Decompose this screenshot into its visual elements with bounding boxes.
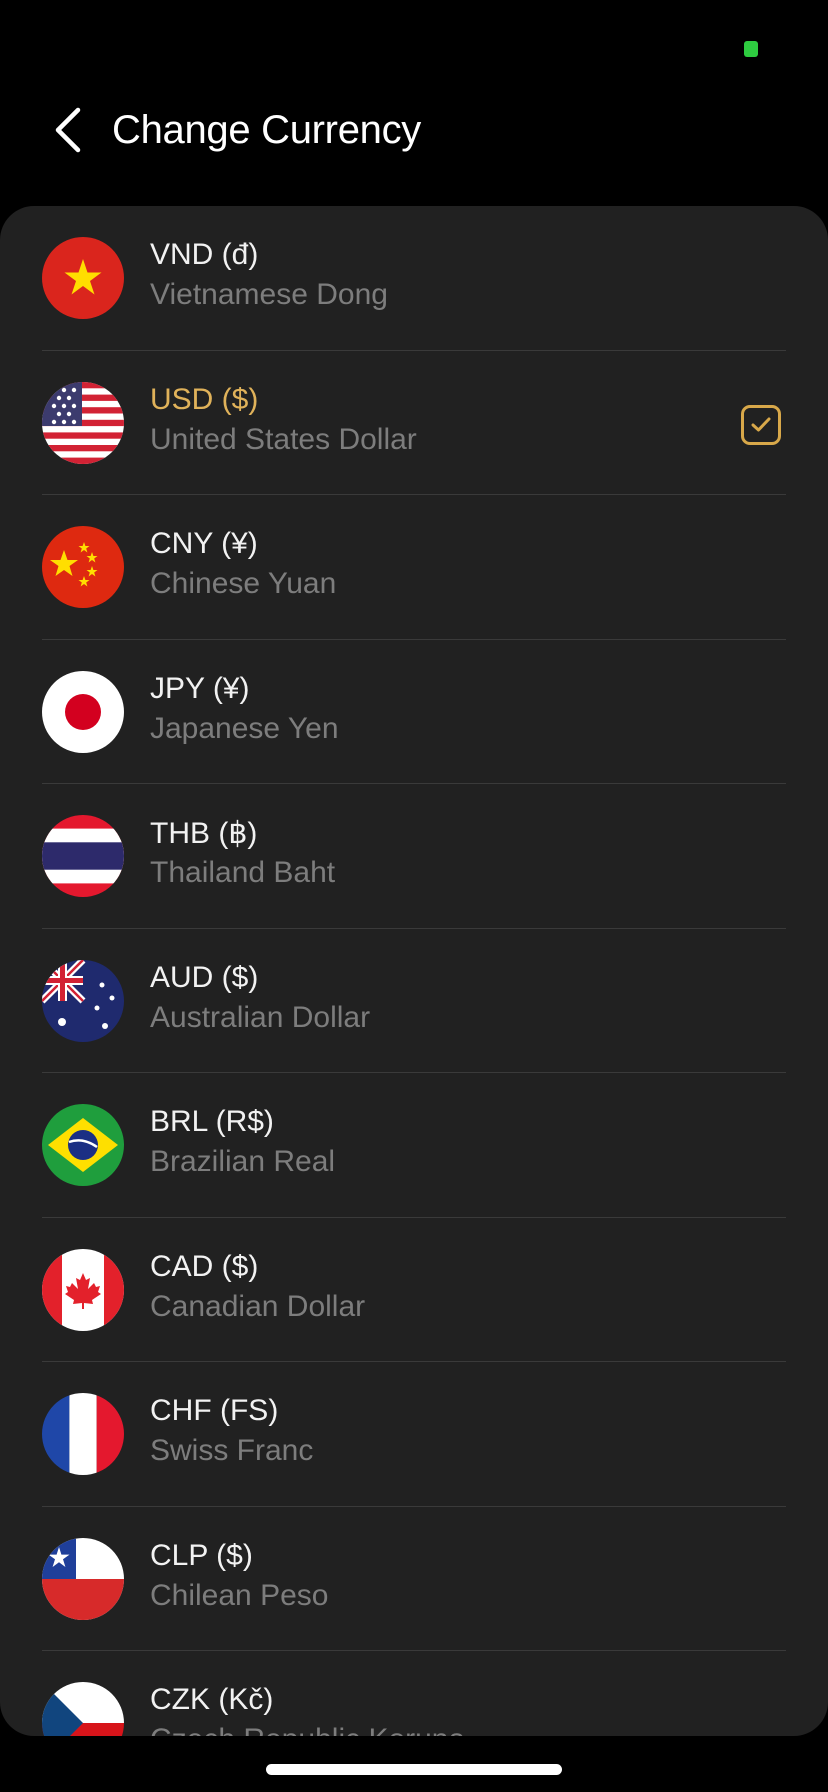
currency-name: Swiss Franc (150, 1434, 314, 1467)
selected-check-icon (741, 404, 781, 445)
currency-item-czk[interactable]: CZK (Kč) Czech Republic Koruna (0, 1651, 828, 1736)
currency-list: VND (đ) Vietnamese Dong USD ($) United S… (0, 206, 828, 1736)
currency-name: United States Dollar (150, 422, 417, 456)
currency-code: THB (฿) (150, 817, 258, 850)
currency-item-usd[interactable]: USD ($) United States Dollar (0, 351, 828, 495)
currency-code: CLP ($) (150, 1538, 253, 1572)
currency-name: Vietnamese Dong (150, 278, 388, 311)
currency-code: BRL (R$) (150, 1105, 274, 1138)
currency-item-vnd[interactable]: VND (đ) Vietnamese Dong (0, 206, 828, 351)
currency-code: VND (đ) (150, 238, 259, 271)
currency-name: Czech Republic Koruna (150, 1723, 465, 1736)
header: Change Currency (0, 90, 828, 170)
currency-name: Brazilian Real (150, 1145, 336, 1178)
currency-code: CAD ($) (150, 1249, 259, 1283)
currency-name: Chinese Yuan (150, 567, 337, 600)
australia-flag-icon (42, 959, 124, 1042)
czech-flag-icon (42, 1682, 124, 1736)
currency-code: JPY (¥) (150, 671, 250, 705)
currency-item-chf[interactable]: CHF (FS) Swiss Franc (0, 1362, 828, 1507)
currency-code: CNY (¥) (150, 527, 258, 560)
status-indicator-icon (744, 41, 758, 57)
brazil-flag-icon (42, 1104, 124, 1186)
chile-flag-icon (42, 1537, 124, 1620)
currency-item-clp[interactable]: CLP ($) Chilean Peso (0, 1507, 828, 1651)
currency-item-cny[interactable]: CNY (¥) Chinese Yuan (0, 495, 828, 640)
currency-code: CHF (FS) (150, 1394, 279, 1427)
currency-item-jpy[interactable]: JPY (¥) Japanese Yen (0, 640, 828, 784)
currency-code: USD ($) (150, 382, 259, 416)
vietnam-flag-icon (42, 237, 124, 319)
currency-item-aud[interactable]: AUD ($) Australian Dollar (0, 929, 828, 1073)
currency-code: CZK (Kč) (150, 1683, 274, 1716)
currency-code: AUD ($) (150, 960, 259, 994)
currency-item-thb[interactable]: THB (฿) Thailand Baht (0, 784, 828, 929)
chevron-left-icon (55, 107, 81, 153)
currency-name: Japanese Yen (150, 711, 339, 745)
thailand-flag-icon (42, 815, 124, 897)
currency-name: Chilean Peso (150, 1578, 329, 1612)
home-indicator[interactable] (266, 1764, 562, 1775)
currency-item-cad[interactable]: CAD ($) Canadian Dollar (0, 1218, 828, 1362)
currency-name: Thailand Baht (150, 856, 336, 889)
back-button[interactable] (44, 106, 90, 154)
currency-name: Canadian Dollar (150, 1289, 366, 1323)
page-title: Change Currency (112, 108, 421, 152)
currency-name: Australian Dollar (150, 1000, 371, 1034)
japan-flag-icon (42, 670, 124, 753)
canada-flag-icon (42, 1248, 124, 1331)
china-flag-icon (42, 526, 124, 608)
currency-item-brl[interactable]: BRL (R$) Brazilian Real (0, 1073, 828, 1218)
currency-list-sheet[interactable]: VND (đ) Vietnamese Dong USD ($) United S… (0, 206, 828, 1736)
usa-flag-icon (42, 381, 124, 464)
tricolor-flag-icon (42, 1393, 124, 1475)
